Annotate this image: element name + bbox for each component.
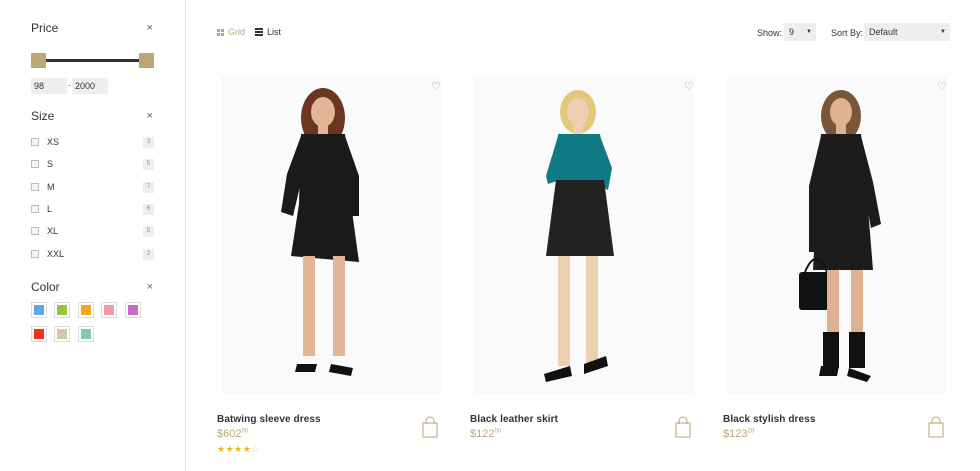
wishlist-heart-icon[interactable]: ♡	[937, 80, 947, 93]
product-name[interactable]: Batwing sleeve dress	[217, 414, 321, 425]
chevron-down-icon: ▼	[940, 29, 946, 35]
size-checkbox[interactable]	[31, 183, 39, 191]
color-swatch-orange[interactable]	[78, 302, 94, 318]
show-count-select[interactable]: 9 ▼	[784, 23, 816, 41]
product-name[interactable]: Black stylish dress	[723, 414, 816, 425]
star-empty-icon: ☆	[251, 444, 260, 454]
color-filter-title: Color	[31, 280, 60, 294]
color-filter-close-icon[interactable]: ×	[147, 281, 153, 293]
product-name[interactable]: Black leather skirt	[470, 414, 558, 425]
wishlist-heart-icon[interactable]: ♡	[684, 80, 694, 93]
size-label: M	[47, 182, 55, 192]
swatch-fill	[128, 305, 138, 315]
size-filter-header: Size ×	[31, 108, 153, 124]
star-filled-icon: ★	[225, 444, 235, 454]
size-option-xxl[interactable]: XXL 2	[31, 247, 154, 261]
star-filled-icon: ★	[234, 444, 243, 454]
filter-sidebar: Price × 98 - 2000 Size × XS 3 S 5 M 7 L …	[0, 0, 186, 471]
price-filter-close-icon[interactable]: ×	[147, 22, 153, 34]
size-option-s[interactable]: S 5	[31, 157, 154, 171]
product-card[interactable]: ♡ Batwing sleeve dress $60200 ★★★★☆	[217, 76, 449, 471]
size-checkbox[interactable]	[31, 205, 39, 213]
price-min-input[interactable]: 98	[31, 78, 67, 94]
price-filter-title: Price	[31, 21, 59, 35]
size-label: XS	[47, 137, 60, 147]
price-slider-max-handle[interactable]	[139, 53, 154, 68]
chevron-down-icon: ▼	[806, 29, 812, 35]
show-count-value: 9	[789, 27, 795, 37]
shopping-bag-icon[interactable]	[422, 416, 438, 438]
size-checkbox[interactable]	[31, 250, 39, 258]
shopping-bag-icon[interactable]	[928, 416, 944, 438]
size-label: S	[47, 159, 54, 169]
size-count-badge: 5	[143, 158, 154, 170]
wishlist-heart-icon[interactable]: ♡	[431, 80, 441, 93]
size-filter-close-icon[interactable]: ×	[147, 110, 153, 122]
swatch-fill	[104, 305, 114, 315]
price-slider-min-handle[interactable]	[31, 53, 46, 68]
price-slider-track[interactable]	[39, 59, 147, 62]
color-filter-header: Color ×	[31, 279, 153, 295]
swatch-fill	[81, 305, 91, 315]
list-view-label: List	[267, 27, 282, 37]
product-image[interactable]: ♡	[474, 76, 694, 394]
price-max-input[interactable]: 2000	[72, 78, 108, 94]
color-swatch-blue[interactable]	[31, 302, 47, 318]
product-price: $60200	[217, 428, 249, 440]
size-label: L	[47, 204, 53, 214]
size-label: XL	[47, 226, 59, 236]
size-filter-title: Size	[31, 109, 55, 123]
swatch-fill	[81, 329, 91, 339]
product-card[interactable]: ♡ Black leather skirt $12200	[470, 76, 702, 471]
product-image[interactable]: ♡	[727, 76, 947, 394]
grid-view-toggle[interactable]: Grid	[217, 27, 245, 37]
color-swatch-pink[interactable]	[101, 302, 117, 318]
shopping-bag-icon[interactable]	[675, 416, 691, 438]
color-swatch-purple[interactable]	[125, 302, 141, 318]
size-checkbox[interactable]	[31, 160, 39, 168]
swatch-fill	[57, 305, 67, 315]
product-price: $12200	[470, 428, 502, 440]
product-image[interactable]: ♡	[221, 76, 441, 394]
size-option-l[interactable]: L 6	[31, 202, 154, 216]
list-view-toggle[interactable]: List	[255, 27, 281, 37]
size-option-xs[interactable]: XS 3	[31, 135, 154, 149]
size-count-badge: 7	[143, 181, 154, 193]
grid-view-label: Grid	[228, 27, 246, 37]
list-icon	[255, 27, 263, 37]
color-swatch-teal[interactable]	[78, 326, 94, 342]
sort-select[interactable]: Default ▼	[864, 23, 950, 41]
grid-icon	[217, 28, 224, 36]
color-swatch-green[interactable]	[54, 302, 70, 318]
model-in-black-dress-illustration	[281, 88, 359, 376]
model-in-black-stylish-dress-illustration	[799, 90, 881, 382]
swatch-fill	[34, 329, 44, 339]
size-checkbox[interactable]	[31, 227, 39, 235]
show-label: Show:	[757, 28, 783, 38]
product-rating: ★★★★☆	[217, 444, 260, 455]
size-checkbox[interactable]	[31, 138, 39, 146]
sort-label: Sort By:	[831, 28, 864, 38]
size-label: XXL	[47, 249, 65, 259]
color-swatch-red[interactable]	[31, 326, 47, 342]
model-in-leather-skirt-illustration	[544, 90, 614, 382]
star-filled-icon: ★	[217, 444, 226, 454]
sort-value: Default	[869, 27, 898, 37]
product-price: $12320	[723, 428, 755, 440]
swatch-fill	[57, 329, 67, 339]
color-swatch-beige[interactable]	[54, 326, 70, 342]
size-option-xl[interactable]: XL 5	[31, 224, 154, 238]
size-count-badge: 6	[143, 203, 154, 215]
size-count-badge: 2	[143, 248, 154, 260]
price-range-separator: -	[68, 80, 71, 90]
size-count-badge: 5	[143, 225, 154, 237]
price-filter-header: Price ×	[31, 20, 153, 36]
size-option-m[interactable]: M 7	[31, 180, 154, 194]
size-count-badge: 3	[143, 136, 154, 148]
product-card[interactable]: ♡ Black stylish dress $12320	[723, 76, 955, 471]
swatch-fill	[34, 305, 44, 315]
